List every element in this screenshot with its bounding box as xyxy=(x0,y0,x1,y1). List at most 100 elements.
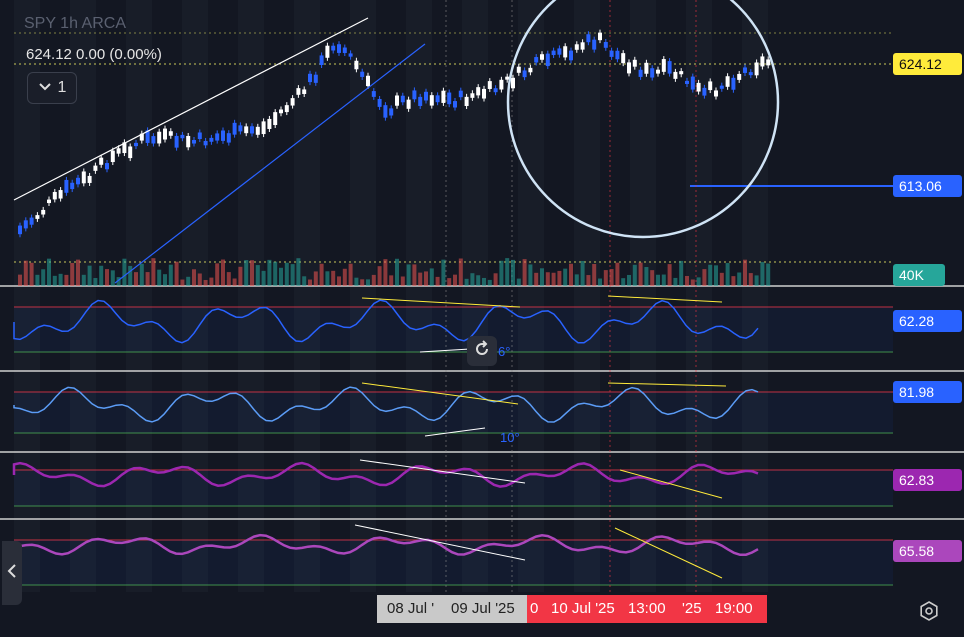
volume-bar xyxy=(603,270,608,286)
candle-body xyxy=(482,88,486,99)
candle-body xyxy=(238,125,243,132)
volume-bar xyxy=(377,266,382,286)
indicator-1-value: 62.28 xyxy=(893,310,962,332)
candle-body xyxy=(673,71,678,79)
candle-body xyxy=(441,90,446,103)
volume-bar xyxy=(464,278,469,286)
volume-bar xyxy=(505,258,510,286)
candle-body xyxy=(319,55,324,65)
volume-bar xyxy=(453,274,457,286)
candle-body xyxy=(116,148,121,154)
candle-body xyxy=(18,225,22,235)
current-price-tag: 624.12 xyxy=(893,53,962,75)
chart-canvas[interactable] xyxy=(0,0,964,632)
candle-body xyxy=(522,70,527,78)
indicator-3-value: 62.83 xyxy=(893,469,962,491)
candle-body xyxy=(284,105,289,113)
volume-bar xyxy=(331,270,336,286)
volume-bar xyxy=(540,268,544,286)
candle-body xyxy=(76,177,80,185)
indicator-band xyxy=(14,470,893,506)
volume-bar xyxy=(418,272,423,286)
volume-bar xyxy=(429,268,434,286)
volume-bar xyxy=(598,278,602,286)
chevron-left-icon xyxy=(7,563,17,584)
candle-body xyxy=(221,130,225,141)
volume-bar xyxy=(673,277,678,286)
volume-bar xyxy=(226,272,231,286)
candle-body xyxy=(232,122,237,135)
candle-body xyxy=(250,126,254,134)
time-label: 19:00 xyxy=(715,600,753,617)
candle-body xyxy=(731,77,736,90)
volume-bar xyxy=(516,278,521,286)
candle-body xyxy=(348,53,353,57)
candle-body xyxy=(226,133,231,143)
volume-bar xyxy=(482,277,486,286)
volume-bar xyxy=(52,275,57,286)
volume-bar xyxy=(337,276,341,286)
volume-bar xyxy=(528,264,533,286)
volume-bar xyxy=(35,274,40,286)
collapse-panel-button[interactable] xyxy=(2,541,22,605)
candle-body xyxy=(667,61,672,74)
candle-body xyxy=(110,150,115,163)
candle-body xyxy=(192,140,196,144)
volume-bar xyxy=(690,279,695,286)
volume-bar xyxy=(487,279,492,286)
volume-bar xyxy=(168,264,173,286)
indicator-2-value: 81.98 xyxy=(893,381,962,403)
volume-bar xyxy=(366,279,370,286)
settings-button[interactable] xyxy=(918,600,940,622)
volume-bar xyxy=(313,271,318,286)
volume-bar xyxy=(731,276,736,286)
volume-bar xyxy=(760,262,765,286)
volume-bar xyxy=(615,262,620,286)
candle-body xyxy=(493,88,498,93)
candle-body xyxy=(737,73,742,80)
candle-body xyxy=(255,126,260,135)
candle-body xyxy=(656,69,660,74)
line-price-tag: 613.06 xyxy=(893,175,962,197)
candle-body xyxy=(180,134,185,139)
candle-body xyxy=(134,142,138,147)
candle-body xyxy=(412,90,417,100)
candle-body xyxy=(325,45,330,58)
volume-bar xyxy=(134,272,138,286)
legend-toggle-button[interactable]: 1 xyxy=(27,72,77,104)
volume-bar xyxy=(348,263,353,286)
reset-chart-button[interactable] xyxy=(467,336,497,366)
candle-body xyxy=(290,98,295,106)
volume-bar xyxy=(87,265,92,286)
volume-bar xyxy=(105,269,109,286)
volume-bar xyxy=(534,272,539,286)
volume-bar xyxy=(302,276,307,286)
volume-bar xyxy=(273,261,278,286)
volume-bar xyxy=(447,278,452,286)
volume-bar xyxy=(766,263,771,286)
candle-body xyxy=(748,72,753,76)
candle-body xyxy=(696,82,701,92)
candle-body xyxy=(93,165,98,171)
volume-bar xyxy=(29,262,34,286)
time-label: 0 xyxy=(530,600,539,617)
candle-body xyxy=(760,56,765,67)
volume-bar xyxy=(545,272,550,286)
candle-body xyxy=(580,42,585,50)
volume-bar xyxy=(406,264,411,286)
indicator-band xyxy=(14,392,893,433)
candle-body xyxy=(395,95,399,106)
volume-bar xyxy=(708,264,713,286)
candle-body xyxy=(389,108,394,116)
volume-bar xyxy=(661,274,666,286)
volume-bar xyxy=(70,262,75,286)
chart-area[interactable] xyxy=(0,0,964,632)
candle-body xyxy=(105,163,109,170)
candle-body xyxy=(714,90,718,97)
candle-body xyxy=(690,76,695,90)
volume-bar xyxy=(232,278,237,286)
volume-bar xyxy=(284,262,289,286)
volume-bar xyxy=(592,263,597,286)
volume-bar xyxy=(569,263,573,286)
candle-body xyxy=(505,76,510,80)
